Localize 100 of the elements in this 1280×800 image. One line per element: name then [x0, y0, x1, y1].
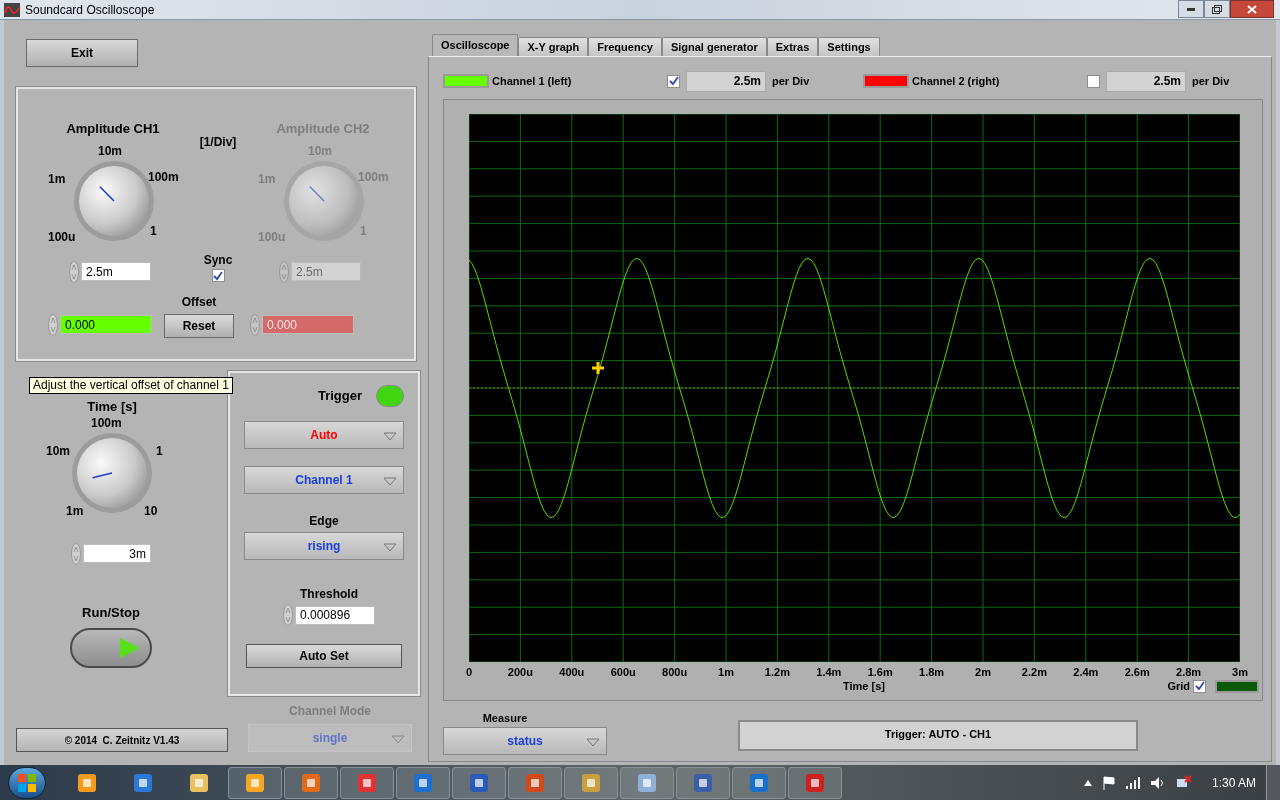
dial-label: 100u	[48, 230, 76, 243]
tab[interactable]: Signal generator	[661, 37, 767, 56]
per-div-label: per Div	[1192, 73, 1230, 89]
offset-field[interactable]: 0.000	[60, 315, 152, 334]
sync-checkbox[interactable]	[211, 269, 225, 282]
x-tick-label: 2.2m	[1021, 665, 1047, 680]
taskbar-button[interactable]	[284, 766, 338, 799]
taskbar-button[interactable]	[788, 766, 842, 799]
minimize-button[interactable]	[1178, 0, 1204, 18]
caret-icon	[586, 737, 600, 747]
channel-color-swatch[interactable]	[863, 74, 909, 88]
x-tick-label: 800u	[662, 665, 688, 680]
taskbar-button[interactable]	[676, 766, 730, 799]
x-tick-label: 1.8m	[919, 665, 945, 680]
measure-dropdown[interactable]: status	[443, 726, 607, 755]
per-div-label: per Div	[772, 73, 810, 89]
clock[interactable]: 1:30 AM	[1211, 773, 1256, 792]
dial-label: 10m	[46, 444, 71, 457]
time-title: Time [s]	[87, 398, 137, 416]
x-tick-label: 3m	[1232, 665, 1248, 680]
flag-icon[interactable]	[1101, 775, 1116, 790]
offset-label: Offset	[181, 293, 217, 311]
scale-field[interactable]: 2.5m	[1106, 70, 1186, 92]
grid-checkbox[interactable]	[1193, 679, 1206, 693]
tab[interactable]: X-Y graph	[518, 37, 589, 56]
dial-label: 1m	[66, 504, 84, 517]
copyright-label: © 2014 C. Zeitnitz V1.43	[16, 728, 228, 752]
edge-label: Edge	[309, 513, 339, 530]
show-desktop-button[interactable]	[1266, 765, 1280, 800]
dial-label: 100m	[148, 170, 179, 183]
caret-icon	[391, 735, 405, 744]
taskbar-button[interactable]	[228, 766, 282, 799]
taskbar-button[interactable]	[452, 766, 506, 799]
x-tick-label: 2m	[975, 665, 991, 680]
tab[interactable]: Frequency	[588, 37, 662, 56]
channel-checkbox[interactable]	[1087, 74, 1100, 88]
maximize-button[interactable]	[1204, 0, 1230, 18]
signal-bars-icon[interactable]	[1125, 776, 1140, 789]
x-tick-label: 1.2m	[764, 665, 790, 680]
taskbar-button[interactable]	[564, 766, 618, 799]
run-stop-button[interactable]	[70, 628, 152, 668]
tab[interactable]: Settings	[818, 37, 880, 56]
close-icon	[1247, 4, 1257, 14]
dial-label: 10	[144, 504, 158, 517]
start-button[interactable]	[8, 766, 46, 799]
dial-label: 1	[150, 224, 157, 237]
channel-checkbox[interactable]	[667, 74, 680, 88]
x-tick-label: 2.4m	[1073, 665, 1099, 680]
minimize-icon	[1187, 7, 1195, 11]
show-hidden-icons-icon[interactable]	[1083, 779, 1092, 786]
window-title: Soundcard Oscilloscope	[25, 1, 155, 19]
reset-button[interactable]: Reset	[164, 313, 234, 338]
axis-title: Time [s]	[843, 679, 885, 694]
dial-label: 100m	[91, 416, 122, 429]
run-stop-label: Run/Stop	[82, 603, 140, 622]
measure-label: Measure	[482, 711, 528, 726]
caret-icon	[383, 543, 397, 552]
channel-color-swatch[interactable]	[443, 74, 489, 88]
auto-set-button[interactable]: Auto Set	[246, 644, 402, 668]
windows-logo-icon	[18, 773, 36, 792]
channel-name: Channel 2 (right)	[912, 73, 1001, 89]
x-tick-label: 0	[465, 665, 473, 680]
taskbar-button[interactable]	[508, 766, 562, 799]
trigger-source-dropdown[interactable]: Channel 1	[244, 466, 404, 494]
edge-dropdown[interactable]: rising	[244, 532, 404, 560]
unit-label: [1/Div]	[199, 134, 237, 151]
x-tick-label: 600u	[610, 665, 636, 680]
grid-color-swatch[interactable]	[1215, 679, 1259, 693]
caret-icon	[383, 477, 397, 486]
taskbar-button[interactable]	[340, 766, 394, 799]
dial-label: 1	[156, 444, 163, 457]
dial-label: 10m	[98, 144, 123, 157]
x-tick-label: 1.6m	[867, 665, 893, 680]
play-icon	[118, 636, 142, 660]
tab[interactable]: Oscilloscope	[432, 34, 519, 56]
caret-icon	[383, 432, 397, 441]
x-tick-label: 2.6m	[1124, 665, 1150, 680]
x-tick-label: 400u	[559, 665, 585, 680]
x-tick-label: 1.4m	[816, 665, 842, 680]
value-field[interactable]: 2.5m	[81, 262, 151, 281]
taskbar-button[interactable]	[620, 766, 674, 799]
taskbar-button[interactable]	[396, 766, 450, 799]
trigger-label: Trigger	[317, 387, 362, 406]
tooltip: Adjust the vertical offset of channel 1	[29, 377, 233, 394]
threshold-label: Threshold	[300, 586, 358, 603]
exit-button[interactable]: Exit	[26, 39, 138, 67]
scale-field[interactable]: 2.5m	[686, 70, 766, 92]
close-button[interactable]	[1230, 0, 1274, 18]
value-field[interactable]: 3m	[83, 544, 151, 563]
taskbar-button[interactable]	[732, 766, 786, 799]
restore-icon	[1212, 4, 1222, 14]
sync-label: Sync	[203, 252, 233, 269]
x-tick-label: 2.8m	[1176, 665, 1202, 680]
x-tick-label: 200u	[507, 665, 533, 680]
amplitude-title: Amplitude CH1	[66, 120, 160, 138]
value-field[interactable]: 0.000896	[295, 605, 375, 625]
speaker-icon[interactable]	[1149, 775, 1166, 790]
x-tick-label: 1m	[718, 665, 734, 680]
tab[interactable]: Extras	[766, 37, 819, 56]
grid-label: Grid	[1167, 679, 1190, 694]
